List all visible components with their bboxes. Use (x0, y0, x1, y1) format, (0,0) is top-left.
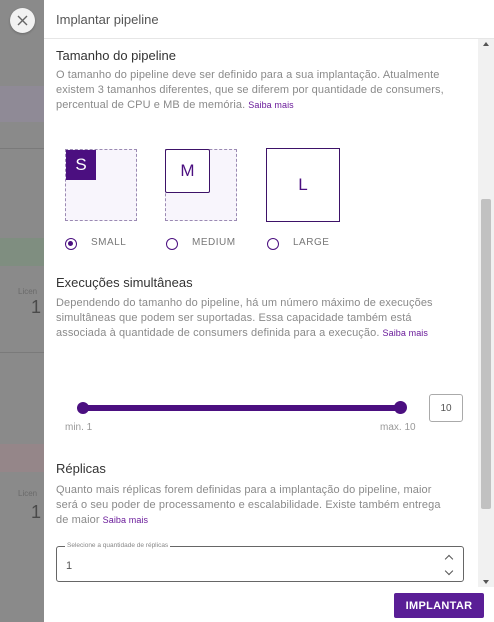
drawer-content: Tamanho do pipeline O tamanho do pipelin… (44, 39, 478, 587)
drawer-title: Implantar pipeline (56, 11, 159, 27)
size-card-medium[interactable]: M (165, 149, 237, 221)
size-badge-medium: M (165, 149, 210, 193)
concurrent-description: Dependendo do tamanho do pipeline, há um… (56, 296, 456, 341)
drawer-header: Implantar pipeline (44, 0, 494, 39)
concurrent-description-text: Dependendo do tamanho do pipeline, há um… (56, 297, 433, 339)
concurrent-value-input[interactable]: 10 (429, 394, 463, 422)
background-label: Licen (18, 489, 38, 498)
scrollbar-thumb[interactable] (481, 199, 491, 509)
background-number: 1 (31, 297, 42, 317)
concurrent-title: Execuções simultâneas (56, 275, 193, 290)
concurrent-slider-start (77, 402, 89, 414)
size-card-large[interactable]: L (266, 148, 340, 222)
replicas-learn-more-link[interactable]: Saiba mais (103, 515, 149, 525)
close-icon (17, 15, 28, 26)
radio-large-label: LARGE (293, 237, 330, 248)
replicas-select-legend: Selecione a quantidade de réplicas (65, 542, 171, 549)
concurrent-learn-more-link[interactable]: Saiba mais (382, 328, 428, 338)
size-badge-large: L (298, 175, 308, 194)
background-divider (0, 148, 44, 149)
deploy-drawer: Implantar pipeline Tamanho do pipeline O… (44, 0, 494, 622)
radio-small-label: SMALL (91, 237, 127, 248)
replicas-select-value: 1 (66, 560, 73, 572)
background-divider (0, 352, 44, 353)
radio-medium[interactable] (166, 238, 178, 250)
drawer-footer: IMPLANTAR (44, 587, 494, 622)
pipeline-size-learn-more-link[interactable]: Saiba mais (248, 100, 294, 110)
size-badge-small: S (66, 150, 96, 180)
radio-medium-label: MEDIUM (192, 237, 236, 248)
pipeline-size-description: O tamanho do pipeline deve ser definido … (56, 68, 456, 113)
background-label: Licen (18, 287, 38, 296)
slider-min-label: min. 1 (65, 422, 93, 433)
radio-small[interactable] (65, 238, 77, 250)
background-band (0, 86, 44, 122)
deploy-button[interactable]: IMPLANTAR (394, 593, 484, 618)
concurrent-slider-thumb[interactable] (394, 401, 407, 414)
size-card-small[interactable]: S (65, 149, 137, 221)
replicas-title: Réplicas (56, 461, 106, 476)
replicas-select[interactable]: Selecione a quantidade de réplicas 1 (56, 542, 464, 582)
radio-large[interactable] (267, 238, 279, 250)
scroll-down-icon[interactable] (483, 580, 489, 584)
background-band (0, 238, 44, 266)
close-button[interactable] (10, 8, 35, 33)
replicas-description: Quanto mais réplicas forem definidas par… (56, 483, 456, 528)
slider-max-label: max. 10 (380, 422, 416, 433)
chevron-up-icon[interactable] (444, 554, 454, 564)
scroll-up-icon[interactable] (483, 42, 489, 46)
drawer-scrollbar[interactable] (478, 39, 494, 587)
background-number: 1 (31, 502, 42, 522)
concurrent-slider-track[interactable] (80, 405, 400, 411)
chevron-down-icon[interactable] (444, 566, 454, 576)
pipeline-size-title: Tamanho do pipeline (56, 48, 176, 63)
background-overlay: Licen 1 Licen 1 (0, 0, 44, 622)
background-band (0, 444, 44, 472)
